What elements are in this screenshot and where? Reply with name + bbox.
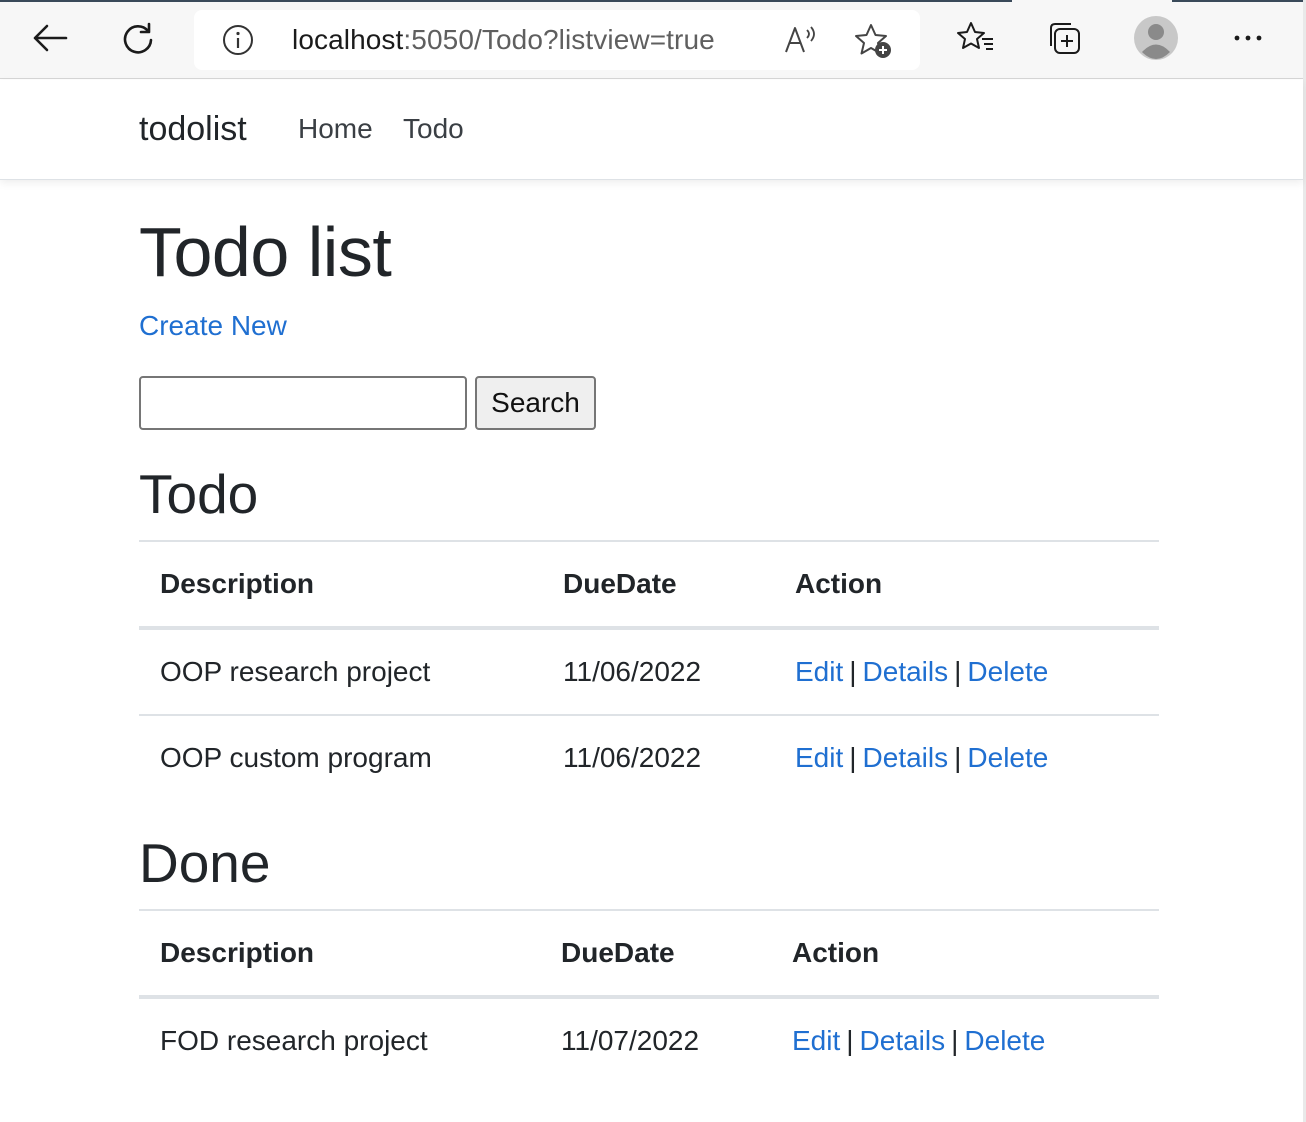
row-description: OOP research project: [139, 628, 542, 716]
delete-link[interactable]: Delete: [967, 656, 1048, 687]
action-separator: |: [846, 1025, 854, 1056]
read-aloud-icon[interactable]: [784, 24, 818, 56]
row-description: OOP custom program: [160, 742, 432, 773]
column-header-duedate: DueDate: [542, 540, 774, 630]
profile-button[interactable]: [1132, 14, 1180, 62]
column-header-action: Action: [771, 909, 1159, 999]
brand-link[interactable]: todolist: [139, 110, 247, 149]
action-separator: |: [954, 742, 962, 773]
profile-avatar-icon: [1134, 16, 1178, 60]
column-header-description: Description: [139, 909, 540, 999]
table-header-row: Description DueDate Action: [139, 540, 1159, 630]
edit-link[interactable]: Edit: [795, 656, 843, 687]
more-options-button[interactable]: [1224, 14, 1272, 62]
nav-link-todo[interactable]: Todo: [403, 113, 464, 145]
table-row: OOP research project 11/06/2022 Edit | Det…: [139, 628, 1159, 716]
refresh-icon: [123, 22, 153, 54]
table-row: FOD research project 11/07/2022 Edit | Det…: [139, 997, 1159, 1083]
column-header-action: Action: [774, 540, 1159, 630]
column-header-duedate: DueDate: [540, 909, 771, 999]
collections-icon: [1050, 23, 1080, 54]
action-separator: |: [954, 656, 962, 687]
collections-button[interactable]: [1040, 14, 1088, 62]
create-new-link[interactable]: Create New: [139, 310, 287, 342]
page-title: Todo list: [139, 213, 392, 291]
search-input[interactable]: [139, 376, 467, 430]
back-button[interactable]: [26, 14, 74, 62]
row-duedate: 11/06/2022: [542, 628, 774, 716]
url-path: :5050/Todo?listview=true: [403, 24, 715, 55]
edit-link[interactable]: Edit: [792, 1025, 840, 1056]
refresh-button[interactable]: [114, 14, 162, 62]
row-duedate: 11/06/2022: [563, 742, 702, 773]
window-top-border-gap: [1012, 0, 1172, 2]
column-header-description: Description: [139, 540, 542, 630]
table-header-row: Description DueDate Action: [139, 909, 1159, 999]
done-table: Description DueDate Action FOD research …: [139, 909, 1159, 1083]
search-button[interactable]: Search: [475, 376, 596, 430]
favorites-button[interactable]: [952, 14, 1000, 62]
nav-link-home[interactable]: Home: [298, 113, 373, 145]
row-actions: Edit | Details | Delete: [774, 715, 1159, 800]
row-description: FOD research project: [160, 1025, 428, 1056]
todo-section-heading: Todo: [139, 463, 259, 525]
back-arrow-icon: [33, 24, 68, 52]
url-text[interactable]: localhost:5050/Todo?listview=true: [292, 23, 715, 57]
edit-link[interactable]: Edit: [795, 742, 843, 773]
action-separator: |: [849, 742, 857, 773]
site-info-icon[interactable]: [222, 24, 254, 56]
favorites-list-icon: [957, 22, 993, 50]
action-separator: |: [849, 656, 857, 687]
row-actions: Edit | Details | Delete: [774, 628, 1159, 716]
todo-table: Description DueDate Action OOP research …: [139, 540, 1159, 800]
more-dots-icon: [1234, 35, 1262, 41]
table-row: OOP custom program 11/06/2022 Edit | Detai…: [139, 715, 1159, 800]
delete-link[interactable]: Delete: [967, 742, 1048, 773]
add-favorite-icon[interactable]: [854, 22, 894, 60]
details-link[interactable]: Details: [863, 656, 949, 687]
browser-toolbar: localhost:5050/Todo?listview=true: [0, 0, 1306, 79]
row-actions: Edit | Details | Delete: [771, 997, 1159, 1083]
details-link[interactable]: Details: [860, 1025, 946, 1056]
action-separator: |: [951, 1025, 959, 1056]
row-duedate: 11/07/2022: [561, 1025, 700, 1056]
site-navbar: todolist Home Todo: [0, 80, 1303, 180]
address-bar[interactable]: localhost:5050/Todo?listview=true: [194, 10, 920, 70]
done-section-heading: Done: [139, 832, 271, 894]
url-host: localhost: [292, 24, 404, 55]
delete-link[interactable]: Delete: [964, 1025, 1045, 1056]
details-link[interactable]: Details: [863, 742, 949, 773]
